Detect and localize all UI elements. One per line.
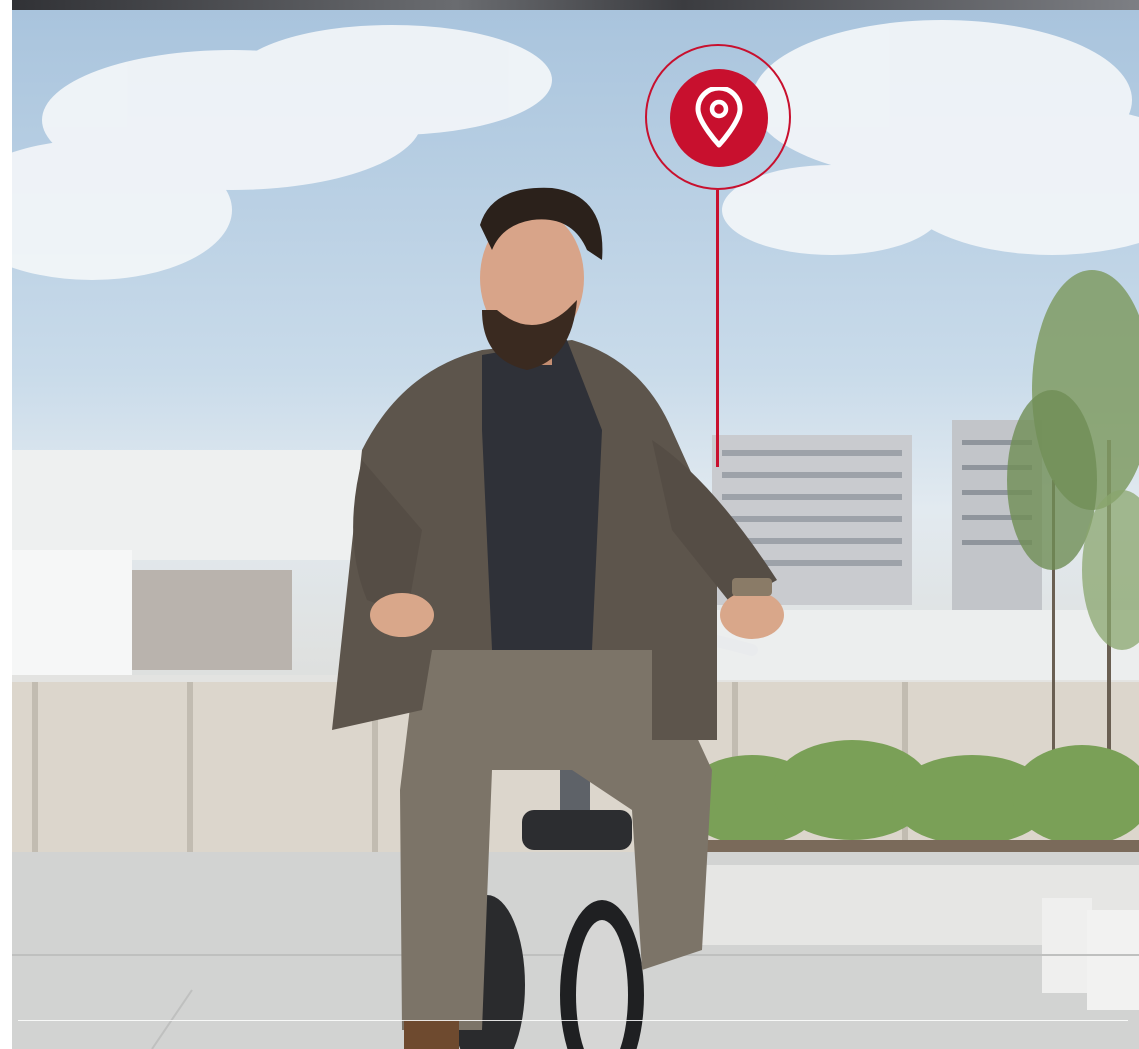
shoe [404,1020,459,1049]
hero-image-section [0,0,1139,1049]
bollard [1042,898,1092,993]
left-margin [0,0,12,1049]
location-marker-line [716,190,719,467]
watch [732,578,772,596]
right-hand [720,591,784,639]
left-hand [370,593,434,637]
rider-head [480,187,603,370]
bottom-rule [18,1020,1128,1021]
location-pin-icon [670,69,768,167]
cyclist-photo [12,10,1139,1049]
